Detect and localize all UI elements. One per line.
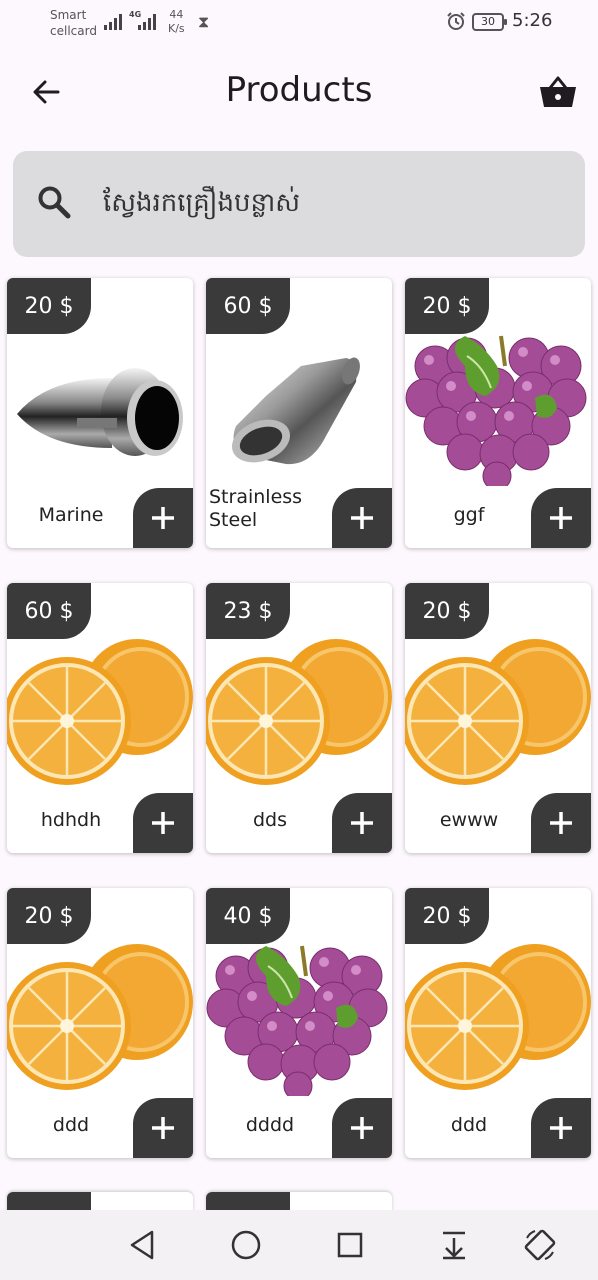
nav-rotate-button[interactable] bbox=[519, 1224, 561, 1266]
add-to-cart-button[interactable] bbox=[531, 1098, 591, 1158]
product-image-orange bbox=[405, 631, 591, 791]
plus-icon bbox=[351, 812, 373, 834]
recents-square-icon bbox=[337, 1232, 363, 1258]
add-to-cart-button[interactable] bbox=[531, 488, 591, 548]
status-bar: Smart cellcard 4G 44 K/s ⧗ 30 5:26 bbox=[0, 0, 598, 46]
product-image-grapes bbox=[206, 936, 392, 1096]
plus-icon bbox=[550, 507, 572, 529]
product-card[interactable]: 20 $ ddd bbox=[405, 888, 591, 1158]
clock: 5:26 bbox=[512, 10, 553, 31]
price-badge: 60 $ bbox=[206, 278, 290, 334]
add-to-cart-button[interactable] bbox=[133, 1098, 193, 1158]
product-image-orange bbox=[7, 631, 193, 791]
product-card[interactable]: 20 $ ddd bbox=[7, 888, 193, 1158]
price-badge: 20 $ bbox=[7, 888, 91, 944]
plus-icon bbox=[550, 1117, 572, 1139]
network-speed: 44 K/s bbox=[168, 8, 185, 35]
battery-icon: 30 bbox=[472, 13, 507, 31]
product-name: ddd bbox=[450, 1114, 488, 1136]
nav-back-button[interactable] bbox=[121, 1224, 163, 1266]
price-badge: 40 $ bbox=[206, 888, 290, 944]
home-circle-icon bbox=[231, 1230, 261, 1260]
plus-icon bbox=[152, 507, 174, 529]
product-name: Marine bbox=[38, 504, 104, 526]
product-image-exhaust-tip bbox=[7, 326, 193, 486]
page-title: Products bbox=[225, 70, 373, 110]
product-name: Strainless Steel bbox=[209, 486, 303, 531]
price-badge: 60 $ bbox=[7, 583, 91, 639]
search-bar[interactable] bbox=[13, 151, 585, 257]
product-card[interactable]: 60 $ hdhdh bbox=[7, 583, 193, 853]
add-to-cart-button[interactable] bbox=[531, 793, 591, 853]
product-image-grapes bbox=[405, 326, 591, 486]
price-badge: 20 $ bbox=[405, 583, 489, 639]
product-image-steel-muffler bbox=[206, 326, 392, 486]
product-card[interactable]: 20 $ ggf bbox=[405, 278, 591, 548]
notification-pull-icon bbox=[443, 1231, 465, 1260]
product-card[interactable]: 20 $ ewww bbox=[405, 583, 591, 853]
app-bar: Products bbox=[0, 56, 598, 128]
signal-icon-2 bbox=[138, 12, 156, 30]
nav-notification-button[interactable] bbox=[433, 1224, 475, 1266]
plus-icon bbox=[550, 812, 572, 834]
product-image-orange bbox=[7, 936, 193, 1096]
product-card[interactable]: 20 $ Marine bbox=[7, 278, 193, 548]
basket-icon bbox=[540, 76, 576, 107]
plus-icon bbox=[152, 1117, 174, 1139]
add-to-cart-button[interactable] bbox=[133, 488, 193, 548]
price-badge: 20 $ bbox=[405, 278, 489, 334]
nav-recents-button[interactable] bbox=[329, 1224, 371, 1266]
product-name: ggf bbox=[453, 504, 485, 526]
price-badge: 20 $ bbox=[7, 278, 91, 334]
product-image-orange bbox=[405, 936, 591, 1096]
add-to-cart-button[interactable] bbox=[332, 793, 392, 853]
rotate-icon bbox=[524, 1229, 556, 1261]
product-name: dds bbox=[252, 809, 288, 831]
price-badge: 20 $ bbox=[405, 888, 489, 944]
system-nav-bar bbox=[0, 1210, 598, 1280]
add-to-cart-button[interactable] bbox=[133, 793, 193, 853]
nav-home-button[interactable] bbox=[225, 1224, 267, 1266]
search-icon bbox=[38, 186, 71, 219]
product-card[interactable]: 23 $ dds bbox=[206, 583, 392, 853]
plus-icon bbox=[351, 507, 373, 529]
alarm-icon bbox=[447, 12, 465, 30]
product-card[interactable]: 40 $ dddd bbox=[206, 888, 392, 1158]
back-triangle-icon bbox=[130, 1230, 154, 1260]
cart-button[interactable] bbox=[534, 68, 582, 116]
plus-icon bbox=[152, 812, 174, 834]
plus-icon bbox=[351, 1117, 373, 1139]
product-name: ddd bbox=[52, 1114, 90, 1136]
product-name: ewww bbox=[439, 809, 499, 831]
price-badge: 23 $ bbox=[206, 583, 290, 639]
product-card[interactable]: 60 $ Strainless Steel bbox=[206, 278, 392, 548]
search-input[interactable] bbox=[103, 181, 563, 225]
product-image-orange bbox=[206, 631, 392, 791]
add-to-cart-button[interactable] bbox=[332, 488, 392, 548]
hourglass-icon: ⧗ bbox=[198, 12, 210, 31]
product-name: dddd bbox=[245, 1114, 295, 1136]
carrier-name: Smart cellcard bbox=[50, 8, 97, 38]
product-name: hdhdh bbox=[40, 809, 102, 831]
add-to-cart-button[interactable] bbox=[332, 1098, 392, 1158]
signal-icon bbox=[104, 12, 122, 30]
